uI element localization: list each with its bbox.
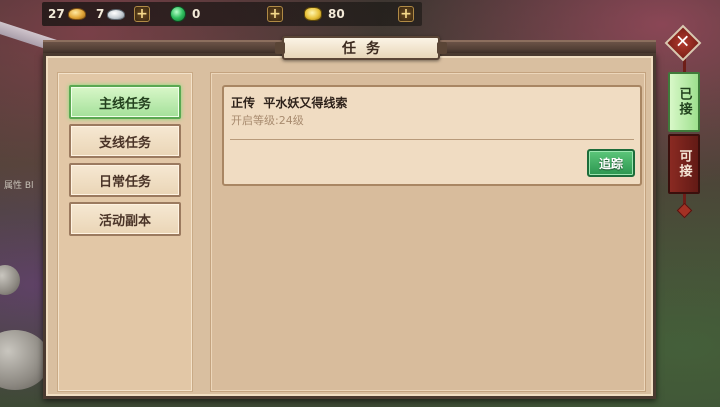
panel-title-plaque: 任务 (275, 36, 447, 60)
category-event-dungeon[interactable]: 活动副本 (69, 202, 181, 236)
quest-card[interactable]: 正传 平水妖又得线索 开启等级:24级 追踪 (222, 85, 642, 186)
track-button-label: 追踪 (598, 156, 623, 171)
jade-icon (170, 6, 186, 22)
gold-amount: 27 (48, 7, 65, 21)
ingot-amount: 80 (328, 7, 345, 21)
gold-coin-icon (67, 8, 86, 20)
tab-label: 已接 (676, 87, 692, 117)
close-icon: ✕ (675, 32, 691, 53)
silver-coin-icon (107, 8, 126, 20)
quest-divider (230, 139, 634, 140)
resource-bar: 27 7 + 0 + 80 + (42, 2, 422, 26)
category-daily-quest[interactable]: 日常任务 (69, 163, 181, 197)
tab-available[interactable]: 可接 (668, 134, 700, 194)
background-rock (0, 265, 20, 295)
track-quest-button[interactable]: 追踪 (587, 149, 635, 177)
jade-resource: 0 (170, 2, 200, 26)
add-jade-button[interactable]: + (267, 6, 283, 22)
quest-level-requirement: 开启等级:24级 (231, 114, 304, 127)
silver-resource: 7 (96, 2, 126, 26)
category-label: 支线任务 (98, 135, 151, 151)
category-label: 主线任务 (98, 96, 151, 112)
category-side-quest[interactable]: 支线任务 (69, 124, 181, 158)
tab-accepted[interactable]: 已接 (668, 72, 700, 132)
tab-label: 可接 (676, 149, 692, 179)
gold-resource: 27 (48, 2, 86, 26)
category-column: 主线任务 支线任务 日常任务 活动副本 (57, 72, 193, 392)
background-label: 属性 Bl (4, 181, 34, 191)
silver-amount: 7 (96, 7, 105, 21)
panel-title: 任务 (342, 41, 390, 57)
add-currency-button[interactable]: + (134, 6, 150, 22)
gold-ingot-icon (304, 7, 322, 21)
add-ingot-button[interactable]: + (398, 6, 414, 22)
quest-title: 正传 平水妖又得线索 (231, 96, 348, 110)
category-label: 日常任务 (98, 174, 151, 190)
category-main-quest[interactable]: 主线任务 (69, 85, 181, 119)
jade-amount: 0 (192, 7, 201, 21)
category-label: 活动副本 (98, 213, 151, 229)
ingot-resource: 80 (304, 2, 345, 26)
